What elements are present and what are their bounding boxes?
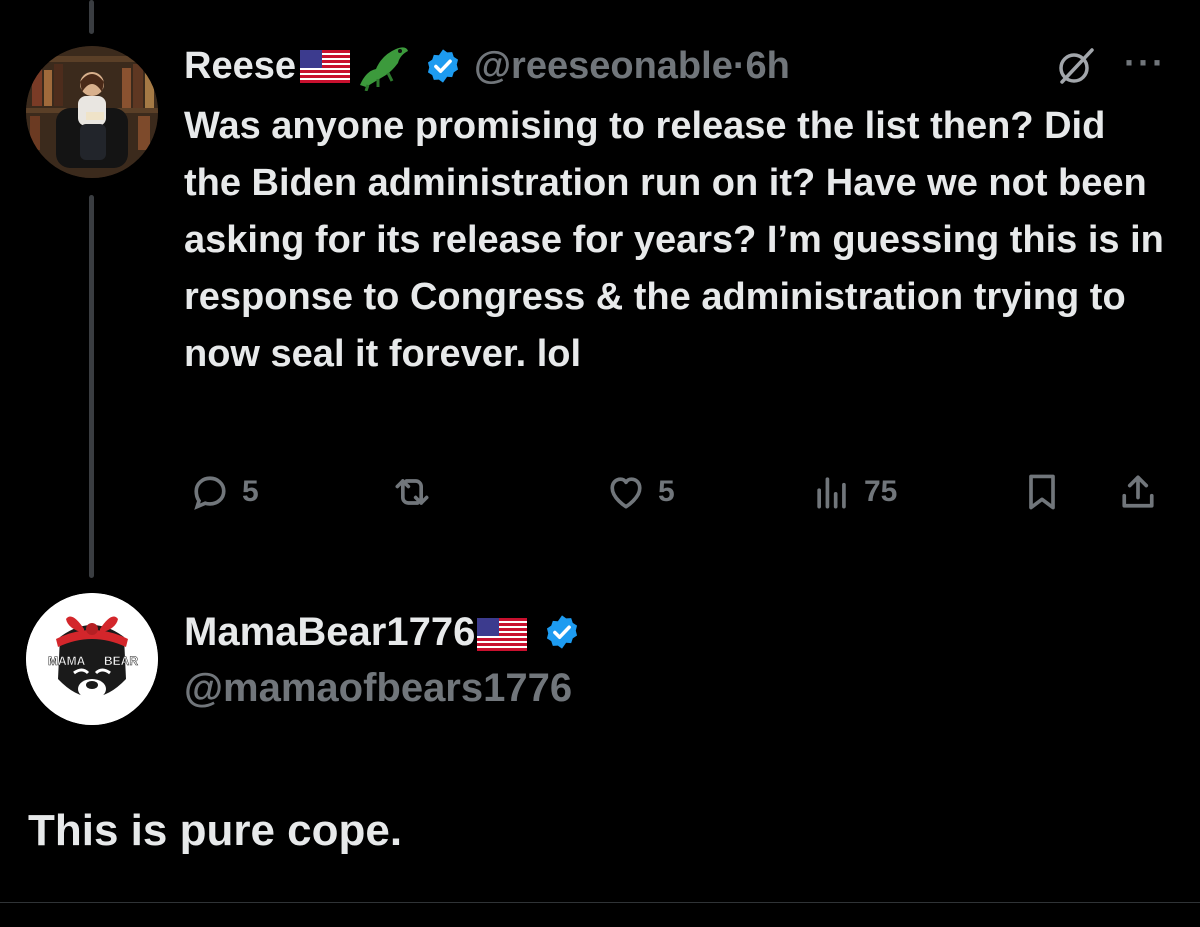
more-icon[interactable]: ···: [1124, 42, 1166, 84]
author-handle[interactable]: @mamaofbears1776: [184, 666, 581, 711]
flag-us-icon: [299, 49, 350, 83]
reply-count: 5: [242, 475, 259, 508]
tweet[interactable]: Reese @reeseonable·6h ··· Was anyone pro…: [184, 40, 1174, 383]
dot-separator: ·: [732, 44, 746, 87]
views-icon: [817, 477, 846, 509]
tweet-header: MamaBear1776: [184, 606, 581, 658]
views-count: 75: [864, 475, 898, 508]
svg-text:BEAR: BEAR: [104, 654, 138, 668]
author-name[interactable]: Reese: [184, 45, 296, 88]
divider: [0, 902, 1200, 903]
bookmark-button[interactable]: [1020, 470, 1064, 514]
author-name[interactable]: MamaBear1776: [184, 610, 475, 655]
author-handle[interactable]: @reeseonable·6h: [474, 45, 790, 88]
grok-icon[interactable]: [1056, 46, 1096, 86]
views-button[interactable]: 75: [810, 470, 897, 514]
reply-icon: [194, 476, 226, 510]
svg-text:MAMA: MAMA: [48, 654, 86, 668]
share-icon: [1122, 475, 1154, 508]
tweet-text: Was anyone promising to release the list…: [184, 105, 1164, 375]
tweet-actions: 5 5 75: [184, 470, 1174, 520]
avatar[interactable]: [26, 46, 158, 178]
timestamp[interactable]: 6h: [745, 45, 789, 87]
crocodile-icon: [356, 41, 412, 92]
quoted-tweet[interactable]: MamaBear1776 @mamaofbears1776: [184, 606, 581, 711]
avatar[interactable]: MAMA BEAR: [26, 593, 158, 725]
like-count: 5: [658, 475, 675, 508]
like-button[interactable]: 5: [604, 470, 675, 514]
reply-button[interactable]: 5: [188, 470, 259, 514]
tweet-header: Reese @reeseonable·6h: [184, 40, 1174, 92]
reply-text: This is pure cope.: [28, 806, 403, 855]
thread-line: [89, 0, 94, 34]
retweet-button[interactable]: [390, 470, 434, 514]
retweet-icon: [395, 479, 429, 505]
like-icon: [610, 477, 642, 509]
verified-badge-icon: [424, 47, 462, 85]
bookmark-icon: [1029, 474, 1055, 510]
thread-line: [89, 195, 94, 578]
flag-us-icon: [477, 616, 528, 651]
share-button[interactable]: [1116, 470, 1160, 514]
verified-badge-icon: [543, 613, 581, 651]
